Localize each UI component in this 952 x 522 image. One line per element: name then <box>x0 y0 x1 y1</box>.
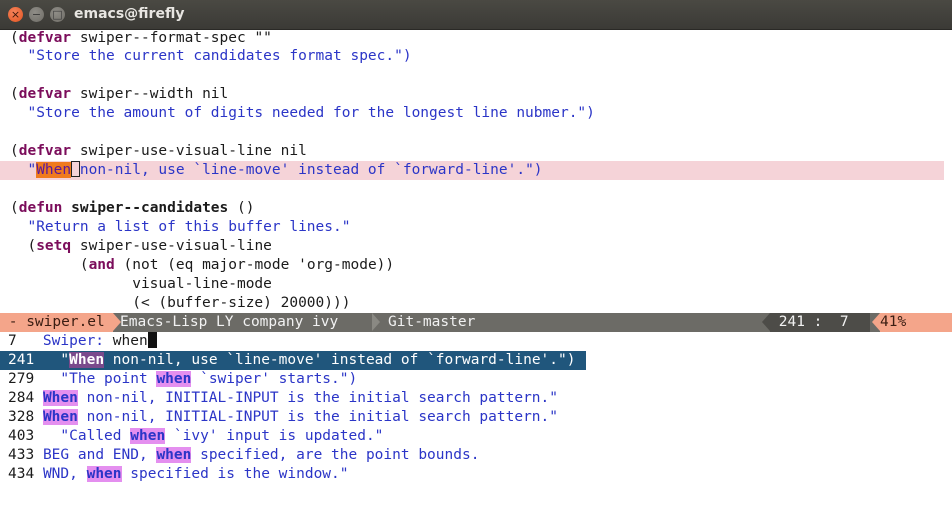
candidate-match: when <box>156 447 192 463</box>
current-line-highlight: "When non-nil, use `line-move' instead o… <box>0 161 944 180</box>
candidate-match: When <box>69 352 105 368</box>
close-icon[interactable]: × <box>8 7 23 22</box>
candidate-match: when <box>86 466 122 482</box>
swiper-prompt: Swiper: <box>16 333 113 349</box>
candidate-item[interactable]: 433 BEG and END, when specified, are the… <box>0 446 479 465</box>
input-cursor <box>147 332 157 348</box>
major-minor-modes[interactable]: Emacs-Lisp LY company ivy <box>120 313 338 332</box>
separator-arrow-icon <box>762 313 770 331</box>
candidate-selected[interactable]: 241 "When non-nil, use `line-move' inste… <box>0 351 586 370</box>
cursor-position: 241 : 7 <box>770 313 870 332</box>
search-input[interactable]: when <box>113 333 148 349</box>
candidate-item[interactable]: 434 WND, when specified is the window." <box>0 465 349 484</box>
window-title: emacs@firefly <box>74 6 185 22</box>
search-match: When <box>36 162 72 178</box>
candidate-match: when <box>156 371 192 387</box>
candidate-item[interactable]: 284 When non-nil, INITIAL-INPUT is the i… <box>0 389 558 408</box>
minimize-icon[interactable]: − <box>29 7 44 22</box>
title-bar: × − □ emacs@firefly <box>0 0 952 30</box>
maximize-icon[interactable]: □ <box>50 7 65 22</box>
candidate-item[interactable]: 328 When non-nil, INITIAL-INPUT is the i… <box>0 408 558 427</box>
candidate-match: when <box>130 428 166 444</box>
buffer-name[interactable]: - swiper.el <box>0 313 113 332</box>
candidate-match: When <box>42 409 78 425</box>
swiper-prompt-line[interactable]: 7 Swiper: when <box>0 332 157 351</box>
candidate-match: When <box>42 390 78 406</box>
mode-line[interactable]: - swiper.el Emacs-Lisp LY company ivy Gi… <box>0 313 952 332</box>
minibuffer[interactable]: 7 Swiper: when 241 "When non-nil, use `l… <box>0 332 952 522</box>
separator-arrow-icon <box>872 313 880 331</box>
candidate-count: 7 <box>8 333 17 349</box>
buffer-percent: 41% <box>880 313 952 332</box>
candidate-item[interactable]: 279 "The point when `swiper' starts.") <box>0 370 357 389</box>
editor-buffer[interactable]: (defvar swiper--format-spec "" "Store th… <box>0 29 952 313</box>
git-branch[interactable]: Git-master <box>388 313 475 332</box>
separator-arrow-icon <box>372 313 380 331</box>
candidate-item[interactable]: 403 "Called when `ivy' input is updated.… <box>0 427 383 446</box>
